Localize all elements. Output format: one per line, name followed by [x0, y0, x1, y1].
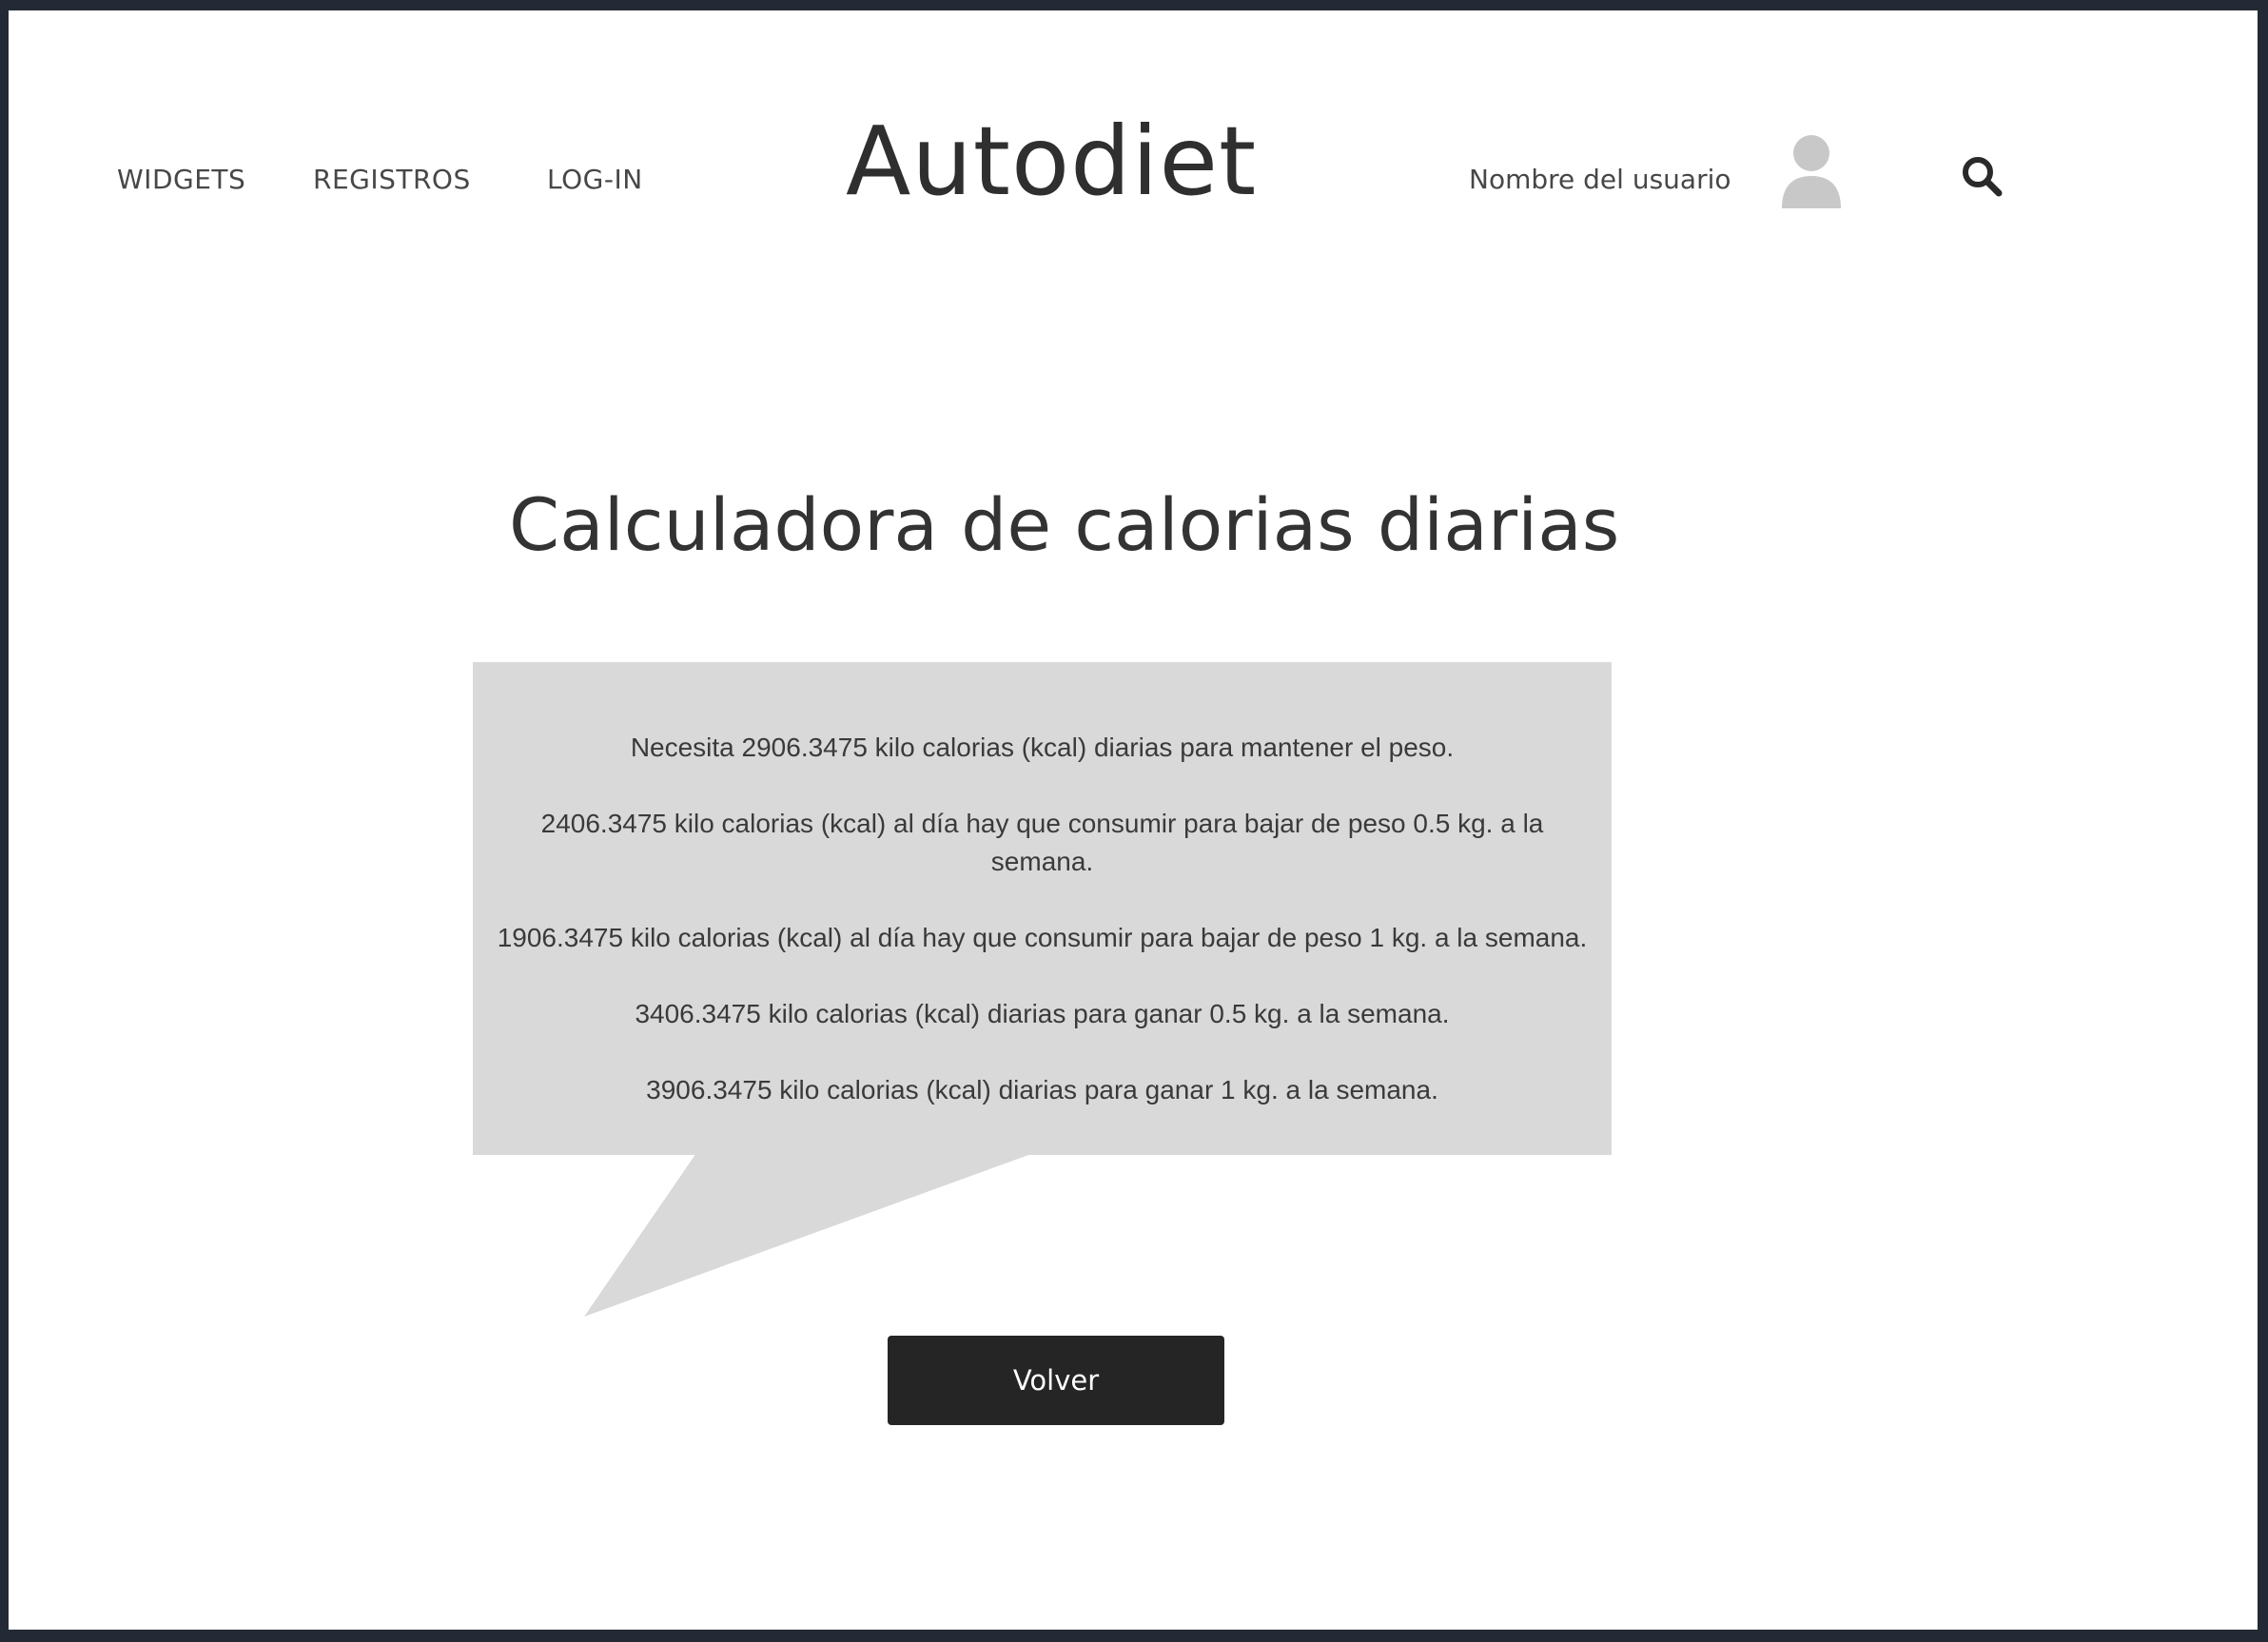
username[interactable]: Nombre del usuario	[1469, 164, 1731, 195]
nav-login[interactable]: LOG-IN	[547, 164, 643, 195]
result-lose-one-kg: 1906.3475 kilo calorias (kcal) al día ha…	[497, 923, 1588, 952]
back-button[interactable]: Volver	[888, 1336, 1224, 1425]
brand-logo[interactable]: Autodiet	[846, 106, 1257, 217]
results-bubble: Necesita 2906.3475 kilo calorias (kcal) …	[473, 662, 1612, 1155]
result-gain-one-kg: 3906.3475 kilo calorias (kcal) diarias p…	[646, 1075, 1438, 1104]
result-lose-half-kg: 2406.3475 kilo calorias (kcal) al día ha…	[540, 809, 1544, 876]
result-maintain: Necesita 2906.3475 kilo calorias (kcal) …	[630, 733, 1455, 762]
nav-registros[interactable]: REGISTROS	[313, 164, 471, 195]
user-avatar-icon[interactable]	[1769, 128, 1854, 214]
page-title: Calculadora de calorias diarias	[509, 482, 1620, 567]
nav-widgets[interactable]: WIDGETS	[117, 164, 245, 195]
page: WIDGETS REGISTROS LOG-IN Autodiet Nombre…	[9, 10, 2258, 1630]
result-gain-half-kg: 3406.3475 kilo calorias (kcal) diarias p…	[635, 999, 1450, 1028]
search-icon[interactable]	[1959, 153, 2006, 201]
